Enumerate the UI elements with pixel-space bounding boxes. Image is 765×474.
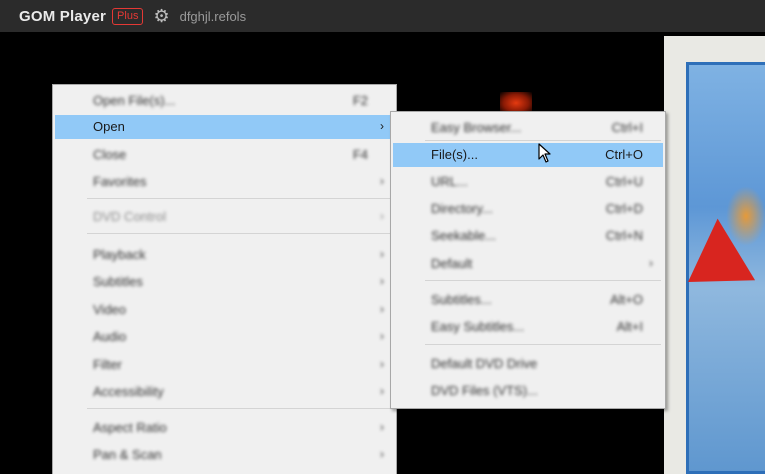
submenu-item-easy-browser[interactable]: Easy Browser... Ctrl+I	[393, 116, 663, 140]
menu-item-playback[interactable]: Playback ›	[55, 243, 394, 267]
menu-separator	[425, 344, 661, 345]
title-bar: GOM Player Plus ⚙ dfghjl.refols	[0, 0, 765, 32]
submenu-item-seekable[interactable]: Seekable... Ctrl+N	[393, 224, 663, 248]
submenu-item-directory[interactable]: Directory... Ctrl+D	[393, 197, 663, 221]
menu-separator	[87, 233, 392, 234]
menu-item-favorites[interactable]: Favorites ›	[55, 170, 394, 194]
gear-icon[interactable]: ⚙	[153, 7, 169, 25]
menu-item-audio[interactable]: Audio ›	[55, 325, 394, 349]
menu-separator	[87, 408, 392, 409]
chevron-right-icon: ›	[380, 447, 384, 461]
submenu-item-files[interactable]: File(s)... Ctrl+O	[393, 143, 663, 167]
chevron-right-icon: ›	[380, 274, 384, 288]
mouse-cursor-icon	[538, 143, 551, 163]
chevron-right-icon: ›	[380, 247, 384, 261]
submenu-item-url[interactable]: URL... Ctrl+U	[393, 170, 663, 194]
chevron-right-icon: ›	[380, 329, 384, 343]
menu-item-aspect-ratio[interactable]: Aspect Ratio ›	[55, 416, 394, 440]
submenu-item-subtitles[interactable]: Subtitles... Alt+O	[393, 288, 663, 312]
menu-item-accessibility[interactable]: Accessibility ›	[55, 380, 394, 404]
menu-item-open-files[interactable]: Open File(s)... F2	[55, 89, 394, 113]
chevron-right-icon: ›	[380, 119, 384, 133]
chevron-right-icon: ›	[380, 209, 384, 223]
plus-badge: Plus	[112, 7, 144, 25]
menu-item-close[interactable]: Close F4	[55, 143, 394, 167]
app-logo: GOM Player	[19, 7, 107, 25]
submenu-item-default-dvd-drive[interactable]: Default DVD Drive	[393, 352, 663, 376]
chevron-right-icon: ›	[380, 357, 384, 371]
chevron-right-icon: ›	[380, 384, 384, 398]
menu-item-pan-scan[interactable]: Pan & Scan ›	[55, 443, 394, 467]
video-content-frame	[664, 36, 765, 474]
menu-separator	[425, 280, 661, 281]
open-submenu: Easy Browser... Ctrl+I File(s)... Ctrl+O…	[390, 111, 666, 409]
menu-item-video[interactable]: Video ›	[55, 298, 394, 322]
menu-separator	[425, 140, 661, 141]
submenu-item-easy-subtitles[interactable]: Easy Subtitles... Alt+I	[393, 315, 663, 339]
menu-item-filter[interactable]: Filter ›	[55, 353, 394, 377]
menu-item-dvd-control[interactable]: DVD Control ›	[55, 205, 394, 229]
chevron-right-icon: ›	[649, 256, 653, 270]
chevron-right-icon: ›	[380, 302, 384, 316]
submenu-item-dvd-files[interactable]: DVD Files (VTS)...	[393, 379, 663, 403]
menu-separator	[87, 198, 392, 199]
menu-item-open[interactable]: Open ›	[55, 115, 394, 139]
file-name: dfghjl.refols	[179, 8, 247, 24]
chevron-right-icon: ›	[380, 420, 384, 434]
menu-item-subtitles[interactable]: Subtitles ›	[55, 270, 394, 294]
chevron-right-icon: ›	[380, 174, 384, 188]
submenu-item-default[interactable]: Default ›	[393, 252, 663, 276]
context-menu: Open File(s)... F2 Open › Close F4 Favor…	[52, 84, 397, 474]
